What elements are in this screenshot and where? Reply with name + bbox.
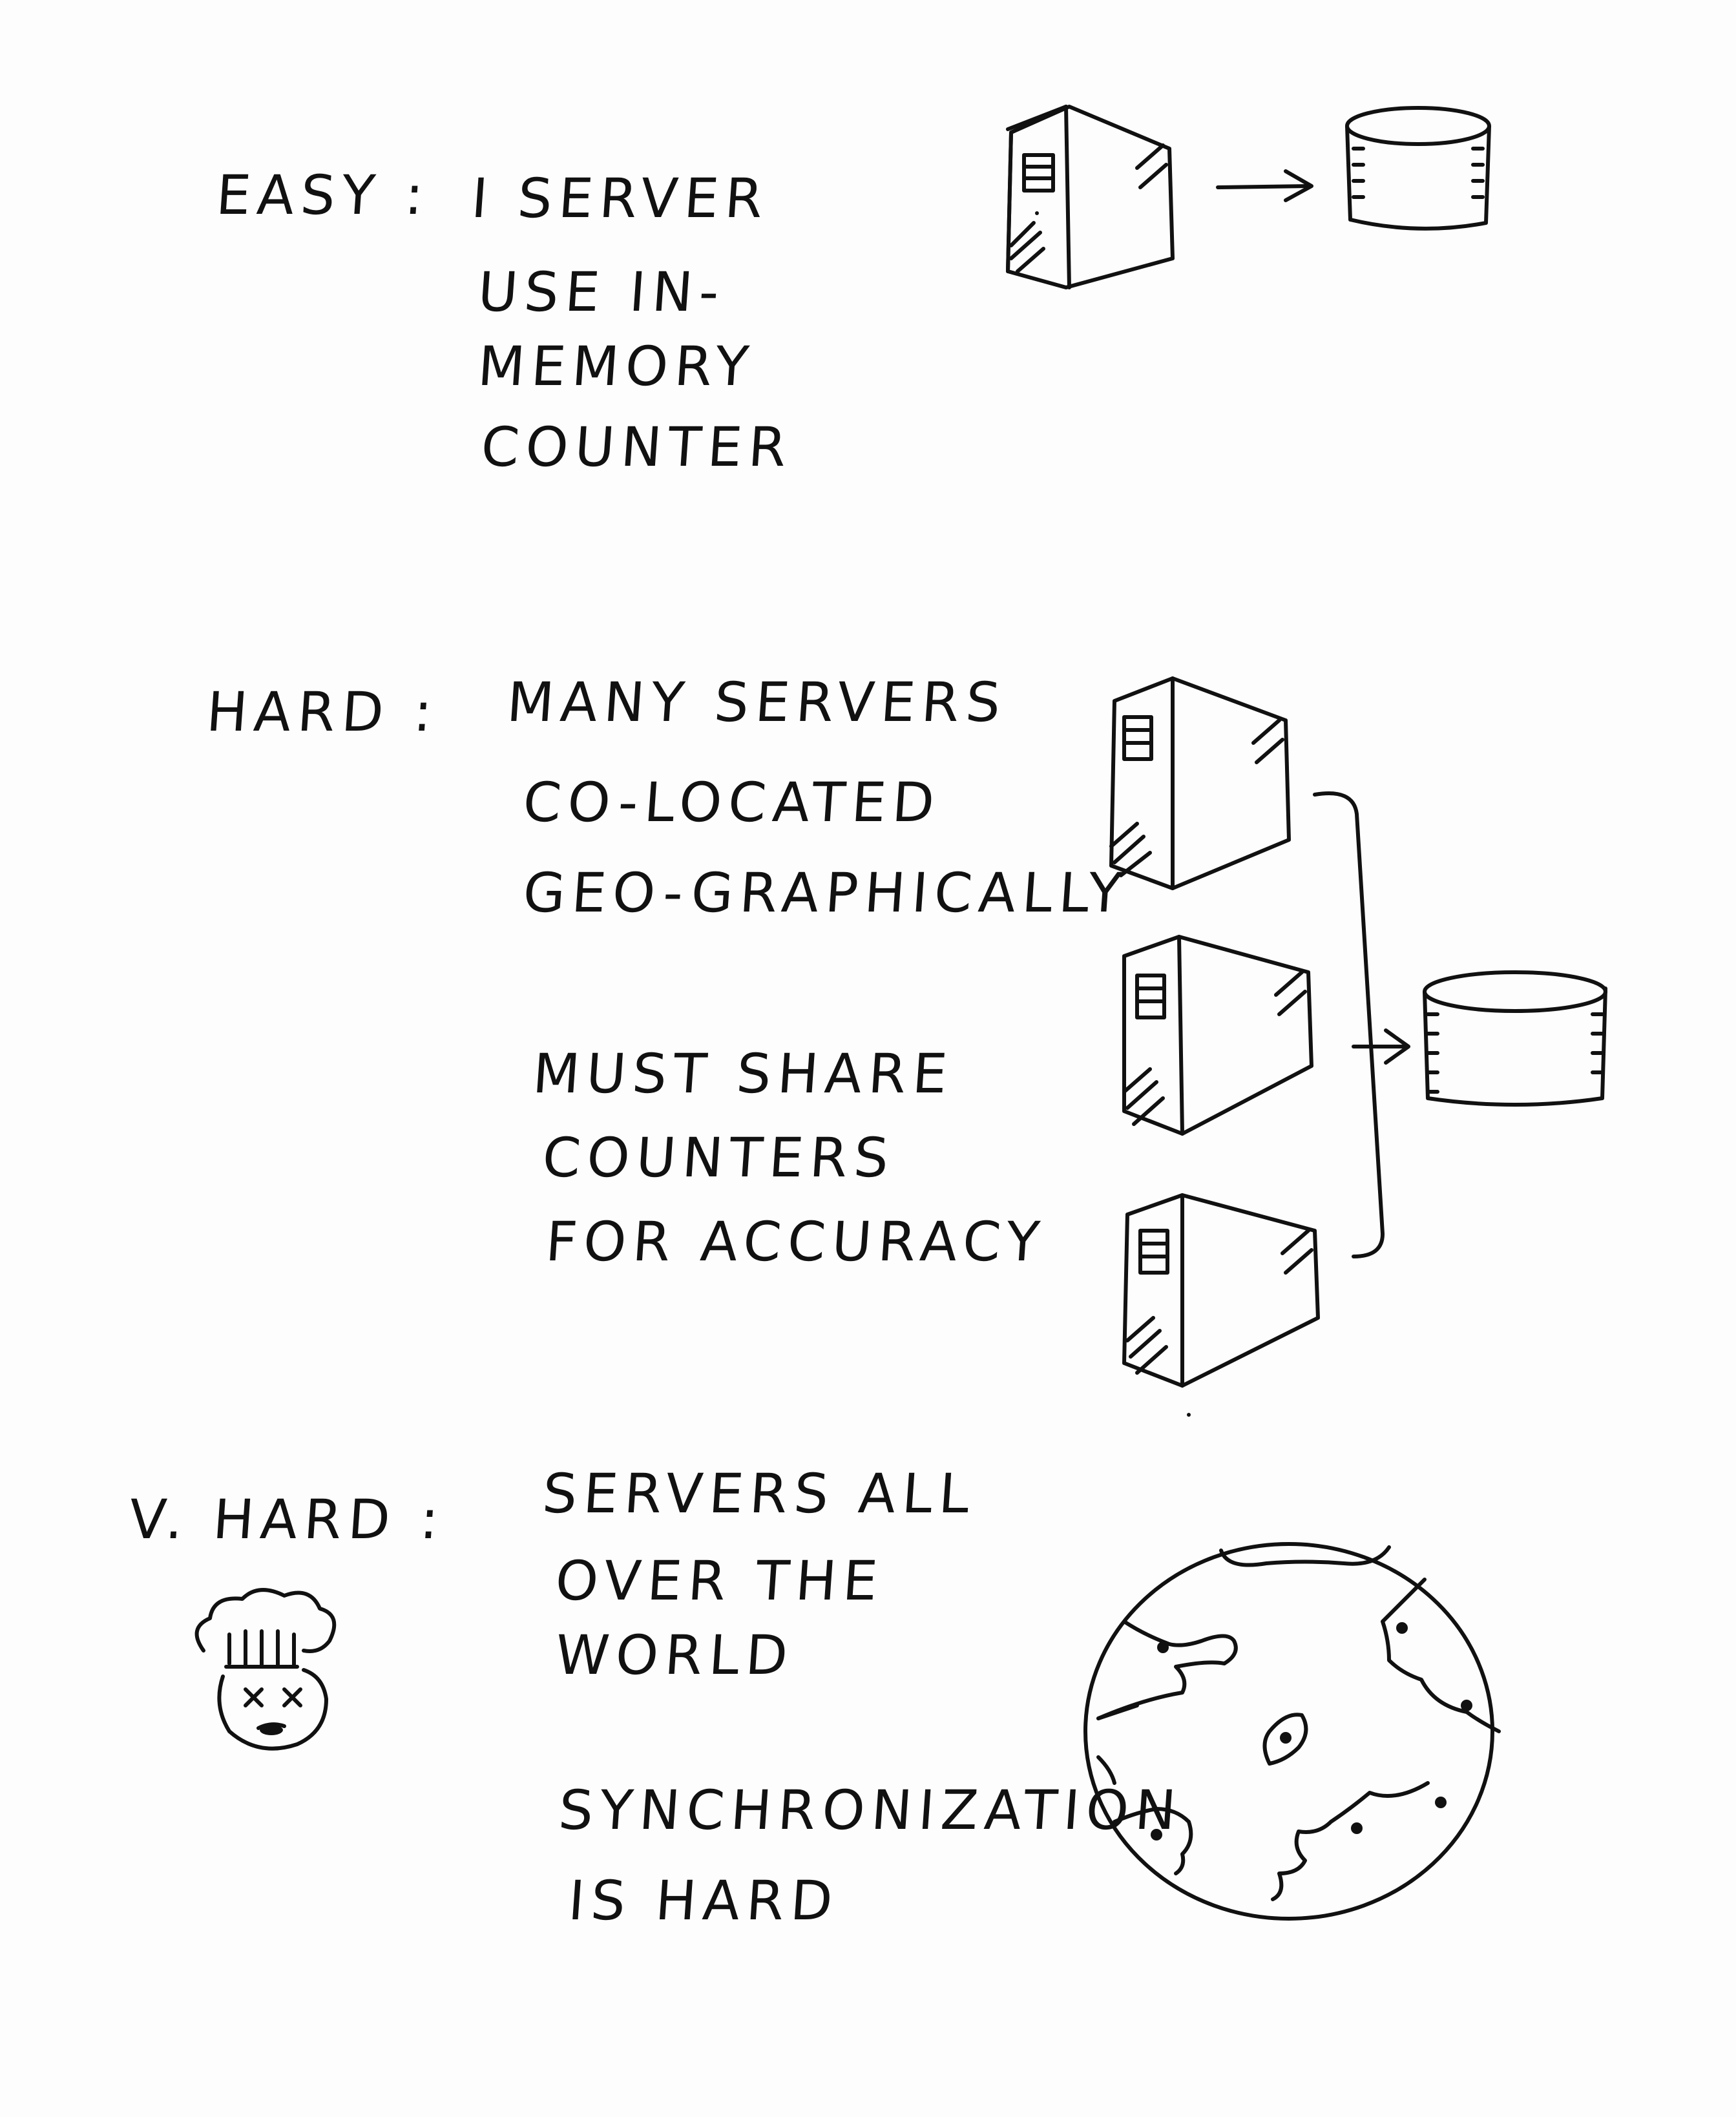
- database-cylinder-icon: [1345, 106, 1491, 231]
- server-tower-icon: [1006, 105, 1175, 289]
- server-tower-icon: [1122, 1193, 1320, 1417]
- arrow-right-icon: [1216, 169, 1313, 202]
- sketch-drawings: [194, 105, 1607, 1921]
- arrow-right-icon: [1352, 1028, 1410, 1065]
- database-cylinder-icon: [1423, 970, 1607, 1107]
- bracket-connector: [1313, 791, 1385, 1258]
- server-tower-icon: [1109, 676, 1291, 890]
- server-tower-icon: [1122, 935, 1313, 1136]
- globe-icon: [1083, 1542, 1501, 1921]
- dead-face-icon: [194, 1588, 337, 1751]
- sketch-canvas: EASY : I SERVER USE IN- MEMORY COUNTER H…: [0, 0, 1736, 2117]
